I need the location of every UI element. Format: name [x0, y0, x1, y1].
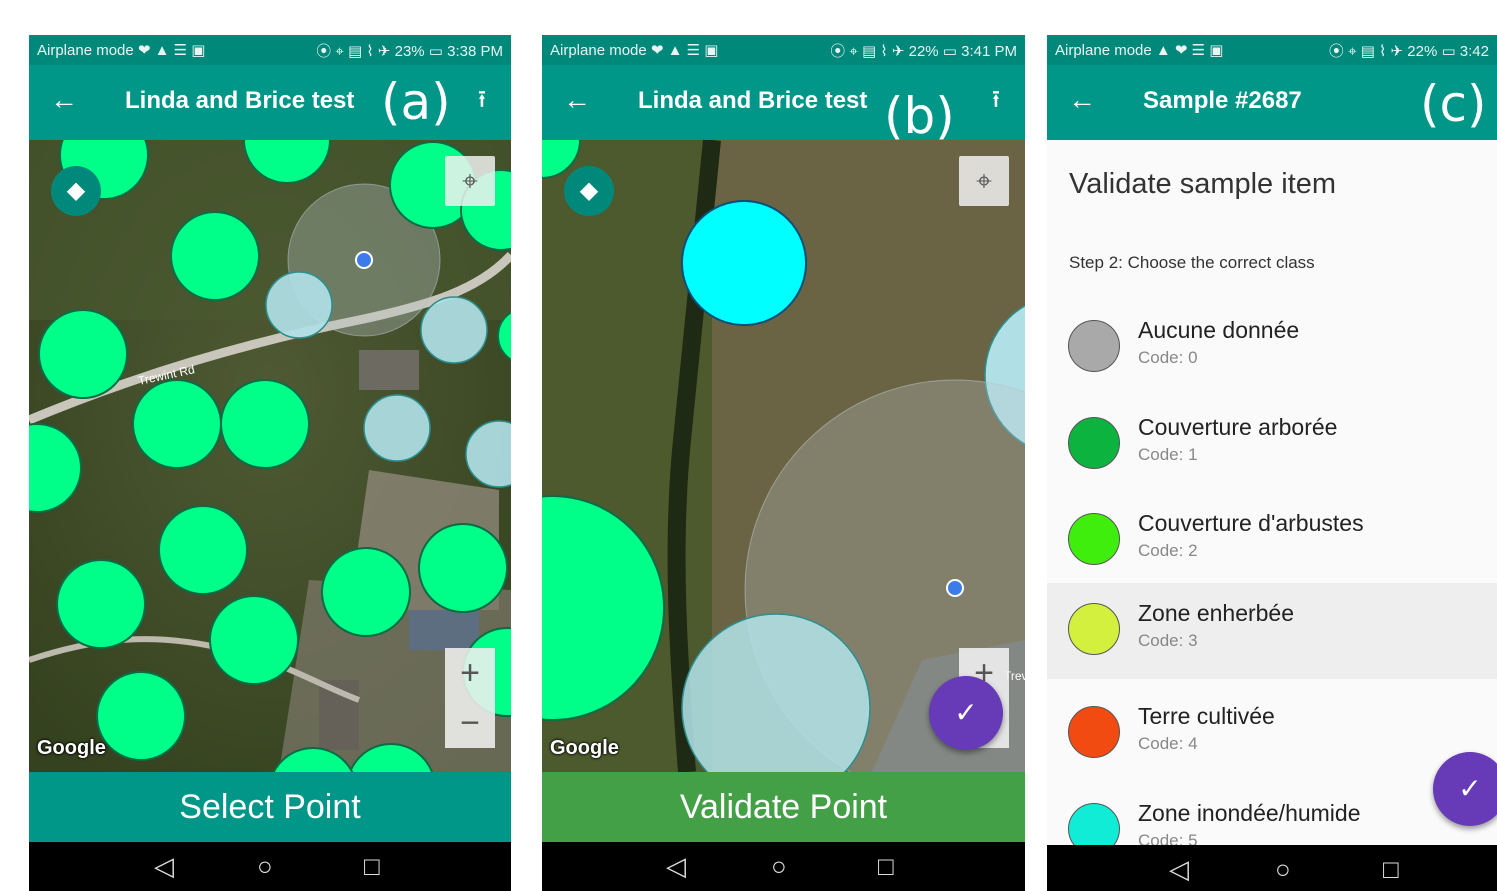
panel-label: (b): [884, 87, 955, 145]
nav-home-icon[interactable]: ○: [257, 850, 273, 882]
sample-point: [170, 211, 260, 301]
upload-icon[interactable]: ⭱: [981, 85, 1011, 115]
class-color-dot: [1068, 417, 1120, 469]
class-item[interactable]: Couverture arborée Code: 1: [1047, 404, 1497, 500]
class-color-dot: [1068, 513, 1120, 565]
system-nav-bar: ◁ ○ □: [29, 842, 511, 891]
status-bar: Airplane mode ❤ ▲ ☰ ▣ ⦿ ⌖ ▤ ⌇ ✈ 22% ▭ 3:…: [542, 35, 1025, 65]
nav-recent-icon[interactable]: □: [878, 850, 894, 882]
sample-point: [418, 523, 508, 613]
current-location-dot: [355, 251, 373, 269]
validate-point-button[interactable]: Validate Point: [542, 772, 1025, 842]
class-code: Code: 5: [1138, 831, 1198, 845]
sample-point: [158, 505, 248, 595]
class-item-selected[interactable]: Zone enherbée Code: 3: [1047, 583, 1497, 679]
phone-screen-classify: Airplane mode ▲ ❤ ☰ ▣ ⦿ ⌖ ▤ ⌇ ✈ 22% ▭ 3:…: [1047, 35, 1497, 891]
panel-label: (a): [381, 73, 451, 131]
satellite-map[interactable]: Trewint Rd ◆ ⌖ + − Google: [29, 140, 511, 772]
status-left: Airplane mode ❤ ▲ ☰ ▣: [37, 42, 206, 59]
status-bar: Airplane mode ▲ ❤ ☰ ▣ ⦿ ⌖ ▤ ⌇ ✈ 22% ▭ 3:…: [1047, 35, 1497, 65]
my-location-icon[interactable]: ⌖: [959, 156, 1009, 206]
class-color-dot: [1068, 803, 1120, 845]
nav-back-icon[interactable]: ◁: [1169, 853, 1189, 885]
sample-point: [321, 547, 411, 637]
building: [359, 350, 419, 390]
class-name: Couverture arborée: [1138, 414, 1338, 440]
nav-home-icon[interactable]: ○: [771, 850, 787, 882]
sample-point: [132, 379, 222, 469]
step-instruction: Step 2: Choose the correct class: [1069, 253, 1315, 272]
current-location-dot: [946, 579, 964, 597]
sample-point: [96, 671, 186, 761]
map-canvas: Trewint Rd: [29, 140, 511, 772]
project-title: Linda and Brice test: [638, 87, 868, 114]
class-color-dot: [1068, 603, 1120, 655]
class-code: Code: 1: [1138, 445, 1198, 464]
panel-label: (c): [1420, 75, 1487, 133]
check-icon: ✓: [954, 697, 978, 728]
status-left: Airplane mode ▲ ❤ ☰ ▣: [1055, 42, 1224, 59]
layers-icon[interactable]: ◆: [51, 166, 101, 216]
zoom-in-button[interactable]: +: [445, 648, 495, 698]
page-heading: Validate sample item: [1069, 168, 1337, 200]
class-item[interactable]: Aucune donnée Code: 0: [1047, 307, 1497, 403]
my-location-icon[interactable]: ⌖: [445, 156, 495, 206]
class-name: Aucune donnée: [1138, 317, 1300, 343]
nav-recent-icon[interactable]: □: [1383, 853, 1399, 885]
status-bar: Airplane mode ❤ ▲ ☰ ▣ ⦿ ⌖ ▤ ⌇ ✈ 23% ▭ 3:…: [29, 35, 511, 65]
class-name: Zone inondée/humide: [1138, 800, 1361, 826]
map-attribution: Google: [37, 737, 106, 759]
nav-recent-icon[interactable]: □: [364, 850, 380, 882]
class-item[interactable]: Couverture d'arbustes Code: 2: [1047, 500, 1497, 596]
confirm-fab-button[interactable]: ✓: [1433, 752, 1497, 826]
status-right: ⦿ ⌖ ▤ ⌇ ✈ 23% ▭ 3:38 PM: [316, 42, 503, 60]
class-name: Couverture d'arbustes: [1138, 510, 1364, 536]
sample-title: Sample #2687: [1143, 87, 1302, 114]
phone-screen-select: Airplane mode ❤ ▲ ☰ ▣ ⦿ ⌖ ▤ ⌇ ✈ 23% ▭ 3:…: [29, 35, 511, 891]
zoom-controls: + −: [445, 648, 495, 748]
back-arrow-icon[interactable]: ←: [49, 85, 79, 115]
sample-point: [38, 309, 128, 399]
layers-icon[interactable]: ◆: [564, 166, 614, 216]
class-code: Code: 3: [1138, 631, 1198, 650]
class-item[interactable]: Zone inondée/humide Code: 5: [1047, 790, 1497, 845]
status-right: ⦿ ⌖ ▤ ⌇ ✈ 22% ▭ 3:41 PM: [830, 42, 1017, 60]
back-arrow-icon[interactable]: ←: [562, 85, 592, 115]
nav-back-icon[interactable]: ◁: [666, 850, 686, 882]
nav-back-icon[interactable]: ◁: [154, 850, 174, 882]
class-item[interactable]: Terre cultivée Code: 4: [1047, 693, 1497, 789]
select-point-button[interactable]: Select Point: [29, 772, 511, 842]
validated-point: [420, 296, 488, 364]
building: [409, 610, 479, 650]
class-color-dot: [1068, 706, 1120, 758]
status-left: Airplane mode ❤ ▲ ☰ ▣: [550, 42, 719, 59]
phone-screen-validate: Airplane mode ❤ ▲ ☰ ▣ ⦿ ⌖ ▤ ⌇ ✈ 22% ▭ 3:…: [542, 35, 1025, 891]
project-title: Linda and Brice test: [125, 87, 355, 114]
system-nav-bar: ◁ ○ □: [542, 842, 1025, 891]
back-arrow-icon[interactable]: ←: [1067, 85, 1097, 115]
validated-point: [363, 394, 431, 462]
system-nav-bar: ◁ ○ □: [1047, 845, 1497, 891]
class-code: Code: 0: [1138, 348, 1198, 367]
class-name: Terre cultivée: [1138, 703, 1275, 729]
check-icon: ✓: [1458, 773, 1482, 804]
selected-point: [681, 200, 807, 326]
class-code: Code: 4: [1138, 734, 1198, 753]
zoom-out-button[interactable]: −: [445, 698, 495, 748]
sample-point: [56, 559, 146, 649]
class-name: Zone enherbée: [1138, 600, 1295, 626]
validated-point: [265, 271, 333, 339]
upload-icon[interactable]: ⭱: [467, 85, 497, 115]
status-right: ⦿ ⌖ ▤ ⌇ ✈ 22% ▭ 3:42: [1328, 42, 1489, 60]
satellite-map[interactable]: Trev ◆ ⌖ + − ✓ Google: [542, 140, 1025, 772]
nav-home-icon[interactable]: ○: [1275, 853, 1291, 885]
class-color-dot: [1068, 320, 1120, 372]
class-code: Code: 2: [1138, 541, 1198, 560]
map-attribution: Google: [550, 737, 619, 759]
sample-point: [220, 379, 310, 469]
confirm-fab-button[interactable]: ✓: [929, 676, 1003, 750]
sample-point: [209, 595, 299, 685]
class-selection-list: Validate sample item Step 2: Choose the …: [1047, 140, 1497, 845]
